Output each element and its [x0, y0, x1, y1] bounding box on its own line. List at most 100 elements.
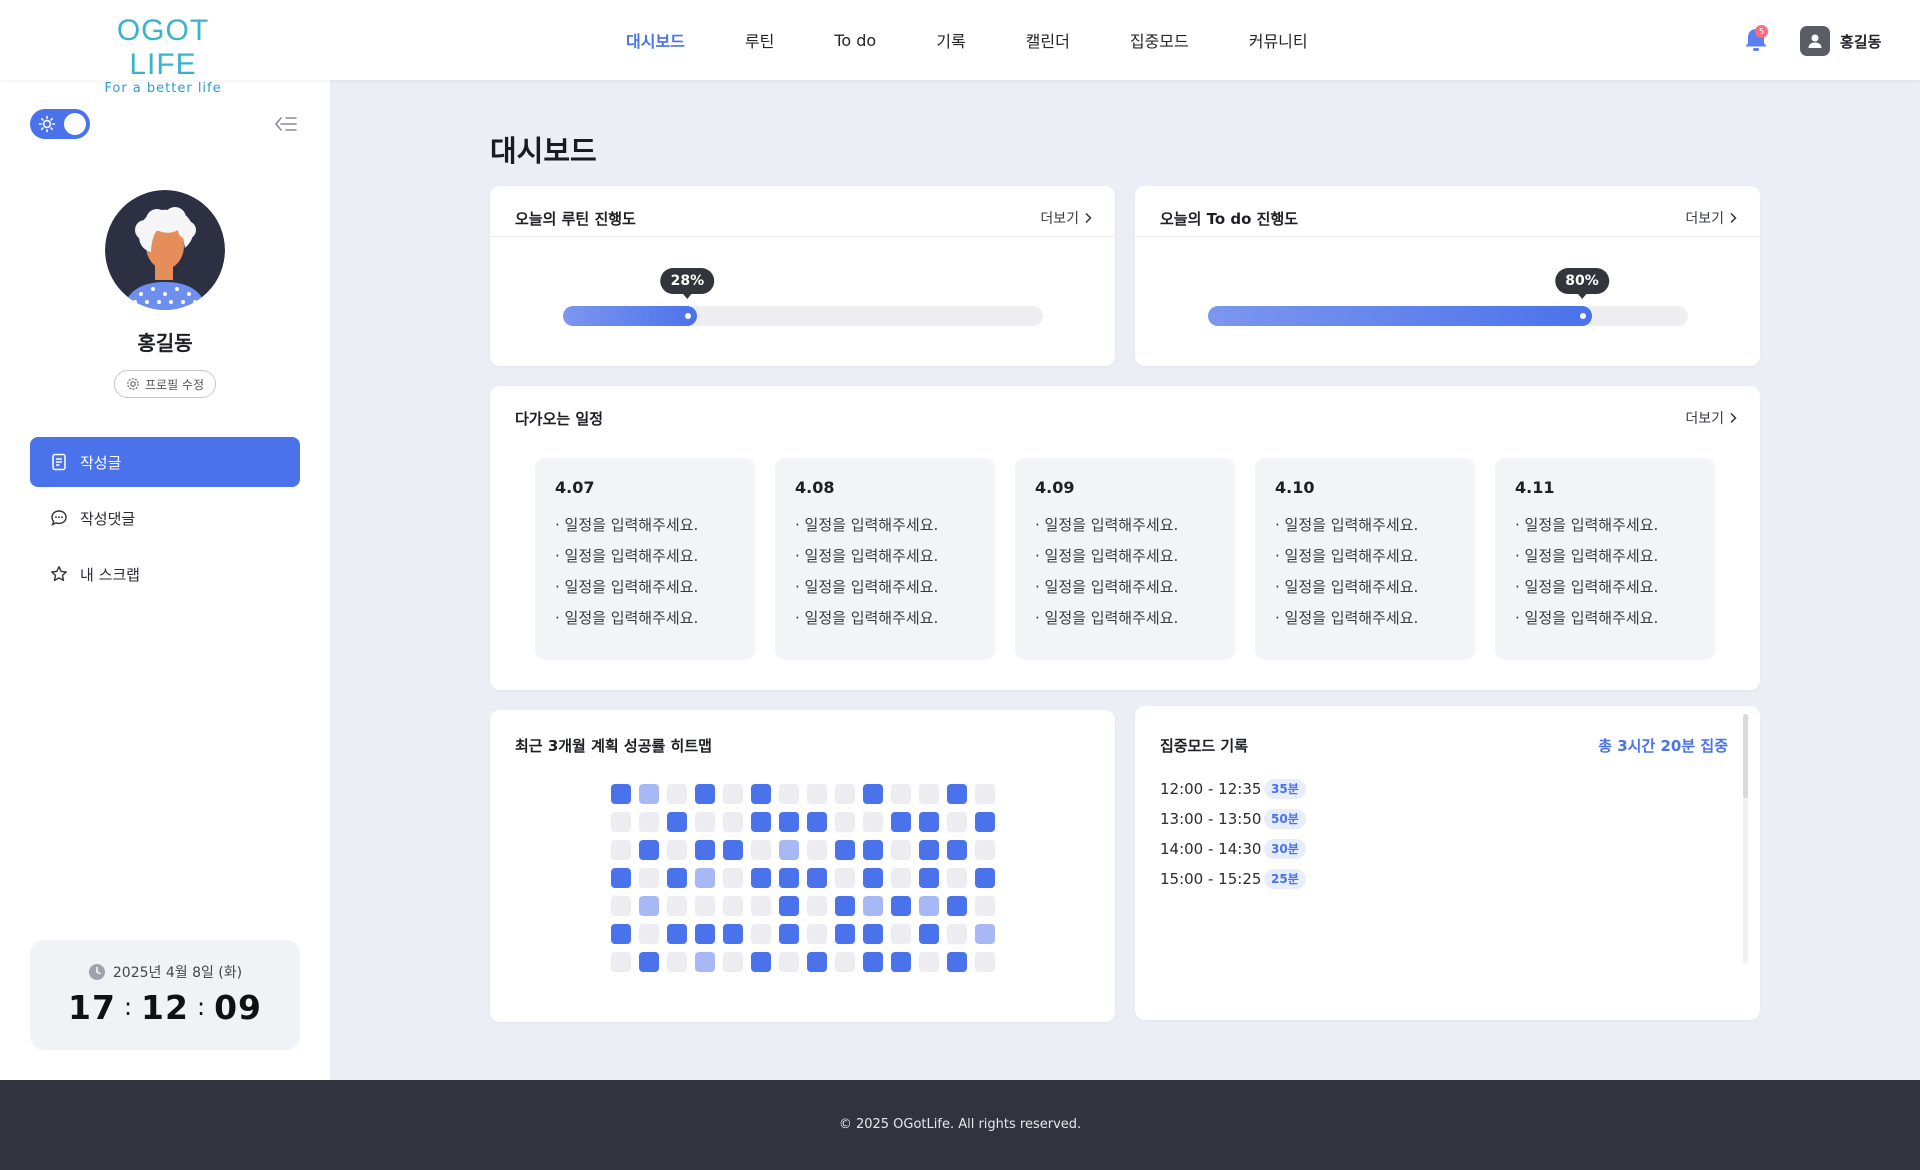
todo-more-link[interactable]: 더보기: [1685, 208, 1738, 228]
heatmap-cell[interactable]: [975, 868, 995, 888]
heatmap-cell[interactable]: [975, 840, 995, 860]
heatmap-cell[interactable]: [667, 952, 687, 972]
heatmap-cell[interactable]: [891, 840, 911, 860]
heatmap-cell[interactable]: [975, 896, 995, 916]
heatmap-cell[interactable]: [611, 952, 631, 972]
profile-edit-button[interactable]: 프로필 수정: [114, 370, 216, 398]
heatmap-cell[interactable]: [863, 812, 883, 832]
user-menu[interactable]: 홍길동: [1800, 26, 1881, 56]
heatmap-cell[interactable]: [863, 952, 883, 972]
heatmap-cell[interactable]: [919, 784, 939, 804]
heatmap-cell[interactable]: [835, 868, 855, 888]
heatmap-cell[interactable]: [919, 840, 939, 860]
heatmap-cell[interactable]: [891, 812, 911, 832]
heatmap-cell[interactable]: [751, 868, 771, 888]
app-logo[interactable]: OGOT LIFE For a better life: [103, 14, 223, 96]
sidebar-item-scraps[interactable]: 내 스크랩: [30, 549, 300, 599]
nav-todo[interactable]: To do: [834, 31, 876, 50]
heatmap-cell[interactable]: [695, 784, 715, 804]
heatmap-cell[interactable]: [863, 784, 883, 804]
heatmap-cell[interactable]: [695, 896, 715, 916]
heatmap-cell[interactable]: [751, 840, 771, 860]
heatmap-cell[interactable]: [807, 896, 827, 916]
heatmap-cell[interactable]: [639, 952, 659, 972]
sidebar-item-my-comments[interactable]: 작성댓글: [30, 493, 300, 543]
heatmap-cell[interactable]: [947, 812, 967, 832]
heatmap-cell[interactable]: [919, 868, 939, 888]
schedule-day[interactable]: 4.08 · 일정을 입력해주세요. · 일정을 입력해주세요. · 일정을 입…: [775, 458, 995, 660]
heatmap-cell[interactable]: [835, 952, 855, 972]
heatmap-cell[interactable]: [751, 924, 771, 944]
heatmap-cell[interactable]: [611, 868, 631, 888]
heatmap-cell[interactable]: [807, 868, 827, 888]
heatmap-cell[interactable]: [667, 812, 687, 832]
nav-community[interactable]: 커뮤니티: [1249, 28, 1308, 52]
heatmap-cell[interactable]: [947, 896, 967, 916]
heatmap-cell[interactable]: [975, 924, 995, 944]
heatmap-cell[interactable]: [695, 812, 715, 832]
heatmap-cell[interactable]: [863, 896, 883, 916]
heatmap-cell[interactable]: [947, 952, 967, 972]
heatmap-cell[interactable]: [919, 812, 939, 832]
heatmap-cell[interactable]: [695, 952, 715, 972]
heatmap-cell[interactable]: [807, 784, 827, 804]
heatmap-cell[interactable]: [919, 924, 939, 944]
schedule-day[interactable]: 4.09 · 일정을 입력해주세요. · 일정을 입력해주세요. · 일정을 입…: [1015, 458, 1235, 660]
heatmap-cell[interactable]: [751, 896, 771, 916]
sidebar-item-my-posts[interactable]: 작성글: [30, 437, 300, 487]
heatmap-cell[interactable]: [947, 868, 967, 888]
heatmap-cell[interactable]: [975, 812, 995, 832]
heatmap-cell[interactable]: [947, 784, 967, 804]
heatmap-cell[interactable]: [639, 784, 659, 804]
heatmap-cell[interactable]: [891, 896, 911, 916]
heatmap-cell[interactable]: [723, 840, 743, 860]
heatmap-cell[interactable]: [723, 812, 743, 832]
heatmap-cell[interactable]: [667, 924, 687, 944]
heatmap-cell[interactable]: [723, 868, 743, 888]
heatmap-cell[interactable]: [835, 840, 855, 860]
heatmap-cell[interactable]: [891, 868, 911, 888]
heatmap-cell[interactable]: [807, 840, 827, 860]
schedule-day[interactable]: 4.10 · 일정을 입력해주세요. · 일정을 입력해주세요. · 일정을 입…: [1255, 458, 1475, 660]
heatmap-cell[interactable]: [835, 784, 855, 804]
heatmap-cell[interactable]: [863, 924, 883, 944]
heatmap-cell[interactable]: [779, 896, 799, 916]
heatmap-cell[interactable]: [807, 952, 827, 972]
heatmap-cell[interactable]: [639, 840, 659, 860]
heatmap-cell[interactable]: [723, 924, 743, 944]
heatmap-cell[interactable]: [779, 840, 799, 860]
heatmap-cell[interactable]: [611, 784, 631, 804]
heatmap-cell[interactable]: [835, 812, 855, 832]
heatmap-cell[interactable]: [723, 896, 743, 916]
heatmap-cell[interactable]: [667, 868, 687, 888]
schedule-more-link[interactable]: 더보기: [1685, 408, 1738, 428]
heatmap-cell[interactable]: [891, 924, 911, 944]
heatmap-cell[interactable]: [863, 840, 883, 860]
heatmap-cell[interactable]: [863, 868, 883, 888]
heatmap-cell[interactable]: [639, 812, 659, 832]
collapse-sidebar-icon[interactable]: [274, 114, 298, 134]
schedule-day[interactable]: 4.11 · 일정을 입력해주세요. · 일정을 입력해주세요. · 일정을 입…: [1495, 458, 1715, 660]
heatmap-cell[interactable]: [779, 952, 799, 972]
heatmap-cell[interactable]: [919, 896, 939, 916]
scrollbar-thumb[interactable]: [1743, 714, 1748, 798]
heatmap-cell[interactable]: [751, 952, 771, 972]
heatmap-cell[interactable]: [723, 784, 743, 804]
heatmap-cell[interactable]: [667, 840, 687, 860]
heatmap-cell[interactable]: [779, 868, 799, 888]
heatmap-cell[interactable]: [975, 952, 995, 972]
heatmap-cell[interactable]: [891, 784, 911, 804]
heatmap-cell[interactable]: [891, 952, 911, 972]
routine-more-link[interactable]: 더보기: [1040, 208, 1093, 228]
schedule-day[interactable]: 4.07 · 일정을 입력해주세요. · 일정을 입력해주세요. · 일정을 입…: [535, 458, 755, 660]
heatmap-cell[interactable]: [751, 812, 771, 832]
heatmap-cell[interactable]: [807, 812, 827, 832]
heatmap-cell[interactable]: [779, 784, 799, 804]
heatmap-cell[interactable]: [947, 924, 967, 944]
nav-focus-mode[interactable]: 집중모드: [1130, 28, 1189, 52]
heatmap-cell[interactable]: [611, 924, 631, 944]
focus-scrollbar[interactable]: [1743, 714, 1748, 964]
heatmap-cell[interactable]: [947, 840, 967, 860]
nav-routine[interactable]: 루틴: [745, 28, 774, 52]
theme-toggle[interactable]: [30, 109, 90, 139]
